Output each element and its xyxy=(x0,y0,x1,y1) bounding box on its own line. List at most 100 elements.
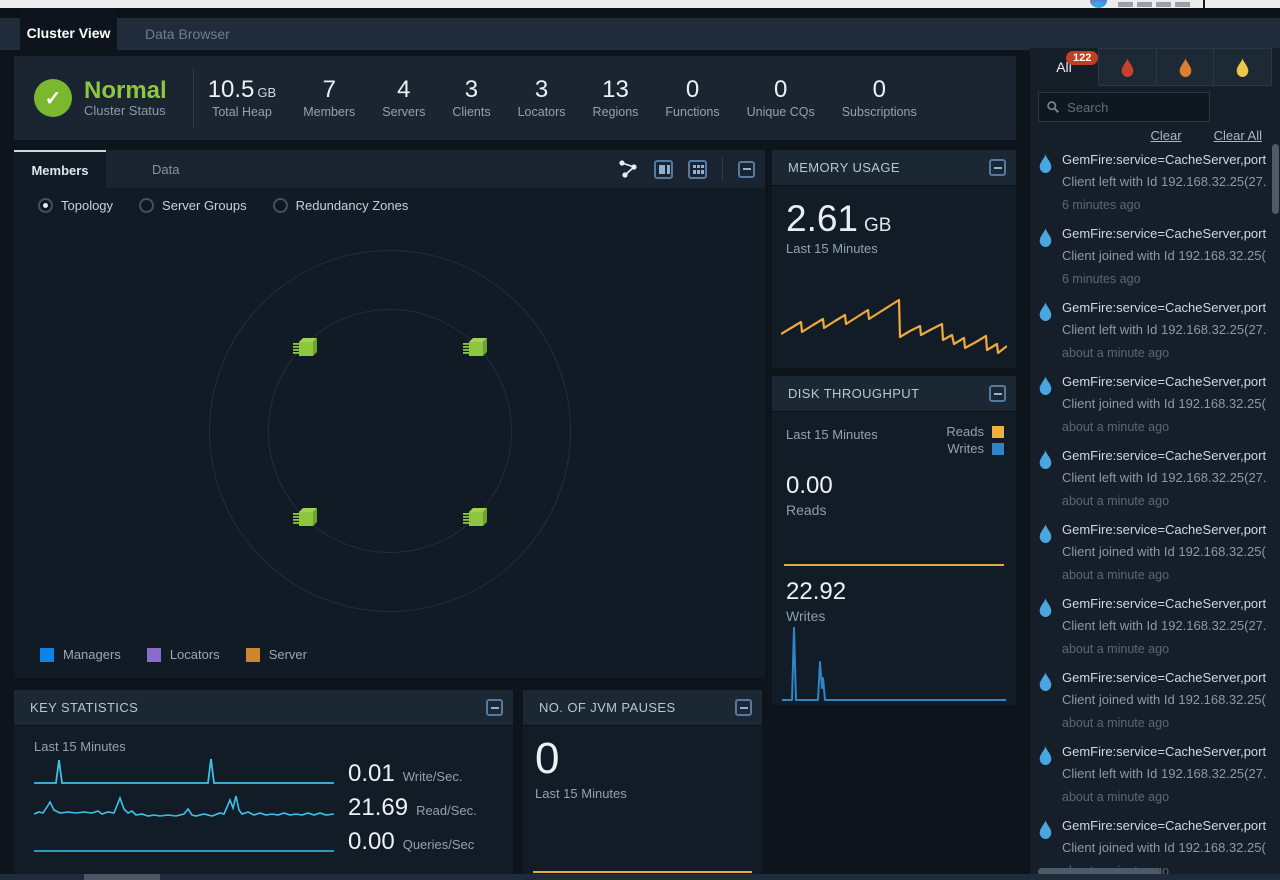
alert-item[interactable]: GemFire:service=CacheServer,port=404 Cli… xyxy=(1038,300,1266,374)
memory-usage-unit: GB xyxy=(864,215,891,237)
locators-swatch xyxy=(147,648,161,662)
tab-members[interactable]: Members xyxy=(14,150,106,188)
stat-locators: 3 Locators xyxy=(518,77,566,119)
alerts-search-box xyxy=(1038,92,1210,122)
cluster-state-caption: Cluster Status xyxy=(84,103,167,118)
legend-locators: Locators xyxy=(147,647,220,662)
jvm-pauses-chart-line xyxy=(533,871,752,873)
members-widget: Members Data xyxy=(14,150,765,678)
stat-servers: 4 Servers xyxy=(382,77,425,119)
brand-logo-icon xyxy=(1090,0,1107,8)
topology-view-icon[interactable] xyxy=(617,159,639,179)
alert-item[interactable]: GemFire:service=CacheServer,port=404 Cli… xyxy=(1038,152,1266,226)
alert-flame-icon xyxy=(1038,820,1053,839)
alert-flame-icon xyxy=(1038,450,1053,469)
alerts-tab-severe[interactable] xyxy=(1099,49,1156,85)
alert-flame-icon xyxy=(1038,746,1053,765)
write-sparkline-chart xyxy=(34,756,334,786)
page-horizontal-scrollbar[interactable] xyxy=(84,874,160,880)
topology-mode-radios: Topology Server Groups Redundancy Zones xyxy=(38,198,408,213)
alert-flame-icon xyxy=(1038,524,1053,543)
legend-managers: Managers xyxy=(40,647,121,662)
tab-data-browser[interactable]: Data Browser xyxy=(117,18,258,50)
alert-item[interactable]: GemFire:service=CacheServer,port=404 Cli… xyxy=(1038,596,1266,670)
alert-flame-icon xyxy=(1038,154,1053,173)
alert-item[interactable]: GemFire:service=CacheServer,port=404 Cli… xyxy=(1038,448,1266,522)
members-collapse-button[interactable] xyxy=(738,161,755,178)
server-node-icon[interactable] xyxy=(292,335,318,361)
tab-cluster-view[interactable]: Cluster View xyxy=(20,8,117,50)
write-per-sec-row: 0.01 Write/Sec. xyxy=(34,752,501,786)
server-node-icon[interactable] xyxy=(292,505,318,531)
alert-item[interactable]: GemFire:service=CacheServer,port=404 Cli… xyxy=(1038,670,1266,744)
radio-selected-icon xyxy=(38,198,53,213)
alert-flame-icon xyxy=(1038,598,1053,617)
memory-usage-value: 2.61 xyxy=(786,200,858,237)
memory-usage-widget: MEMORY USAGE 2.61 GB Last 15 Minutes xyxy=(772,150,1016,368)
alerts-tab-error[interactable] xyxy=(1156,49,1214,85)
radio-topology[interactable]: Topology xyxy=(38,198,113,213)
memory-usage-title: MEMORY USAGE xyxy=(788,160,900,175)
server-node-icon[interactable] xyxy=(462,335,488,361)
cluster-state-value: Normal xyxy=(84,78,167,103)
queries-per-sec-row: 0.00 Queries/Sec xyxy=(34,820,501,854)
treemap-view-icon[interactable] xyxy=(654,160,673,179)
alerts-vertical-scrollbar[interactable] xyxy=(1272,144,1279,214)
alert-item[interactable]: GemFire:service=CacheServer,port=404 Cli… xyxy=(1038,226,1266,300)
memory-usage-chart xyxy=(781,282,1007,362)
disk-throughput-collapse-button[interactable] xyxy=(989,385,1006,402)
radio-redundancy-zones[interactable]: Redundancy Zones xyxy=(273,198,409,213)
clear-link[interactable]: Clear xyxy=(1151,128,1182,143)
alerts-tab-warning[interactable] xyxy=(1213,49,1271,85)
key-statistics-collapse-button[interactable] xyxy=(486,699,503,716)
alert-item[interactable]: GemFire:service=CacheServer,port=404 Cli… xyxy=(1038,522,1266,596)
legend-server: Server xyxy=(246,647,307,662)
disk-legend: Reads Writes xyxy=(946,424,1004,458)
alert-item[interactable]: GemFire:service=CacheServer,port=404 Cli… xyxy=(1038,374,1266,448)
alert-flame-icon xyxy=(1038,672,1053,691)
queries-sparkline-chart xyxy=(34,824,334,854)
radio-icon xyxy=(273,198,288,213)
disk-reads-value: 0.00 xyxy=(786,474,1016,498)
disk-reads-label: Reads xyxy=(786,502,1016,518)
radio-server-groups[interactable]: Server Groups xyxy=(139,198,247,213)
server-node-icon[interactable] xyxy=(462,505,488,531)
jvm-pauses-value: 0 xyxy=(535,734,762,784)
toolbar-divider xyxy=(722,157,723,181)
alerts-severity-tabs xyxy=(1098,48,1272,86)
search-input[interactable] xyxy=(1067,100,1201,115)
brand-logo-fragment xyxy=(1175,2,1190,7)
alerts-count-badge: 122 xyxy=(1066,51,1098,65)
disk-reads-chart-line xyxy=(784,564,1004,566)
disk-writes-chart xyxy=(782,626,1006,702)
clear-all-link[interactable]: Clear All xyxy=(1214,128,1262,143)
tab-data[interactable]: Data xyxy=(130,150,201,188)
warning-flame-icon xyxy=(1235,58,1250,77)
members-widget-tabs: Members Data xyxy=(14,150,765,188)
disk-writes-value: 22.92 xyxy=(786,580,846,604)
key-statistics-title: KEY STATISTICS xyxy=(30,700,138,715)
read-per-sec-row: 21.69 Read/Sec. xyxy=(34,786,501,820)
radio-icon xyxy=(139,198,154,213)
jvm-pauses-caption: Last 15 Minutes xyxy=(535,786,762,801)
alerts-tab-all[interactable]: All 122 xyxy=(1030,48,1098,86)
main-nav: Cluster View Data Browser xyxy=(0,8,1280,50)
reads-swatch xyxy=(992,426,1004,438)
alert-item[interactable]: GemFire:service=CacheServer,port=404 Cli… xyxy=(1038,744,1266,818)
alerts-sidebar: All 122 xyxy=(1030,48,1280,880)
stat-total-heap: 10.5GB Total Heap xyxy=(208,77,277,119)
error-flame-icon xyxy=(1178,58,1193,77)
alerts-list: GemFire:service=CacheServer,port=404 Cli… xyxy=(1038,152,1266,880)
brand-separator xyxy=(1203,0,1205,8)
stat-regions: 13 Regions xyxy=(593,77,639,119)
cluster-status-bar: ✓ Normal Cluster Status 10.5GB Total Hea… xyxy=(14,56,1016,140)
jvm-pauses-title: NO. OF JVM PAUSES xyxy=(539,700,676,715)
grid-view-icon[interactable] xyxy=(688,160,707,179)
read-sparkline-chart xyxy=(34,790,334,820)
jvm-pauses-collapse-button[interactable] xyxy=(735,699,752,716)
memory-usage-collapse-button[interactable] xyxy=(989,159,1006,176)
disk-throughput-widget: DISK THROUGHPUT Last 15 Minutes Reads Wr… xyxy=(772,376,1016,705)
cluster-stats: 10.5GB Total Heap 7 Members 4 Servers 3 … xyxy=(194,77,917,119)
alert-flame-icon xyxy=(1038,376,1053,395)
writes-swatch xyxy=(992,443,1004,455)
